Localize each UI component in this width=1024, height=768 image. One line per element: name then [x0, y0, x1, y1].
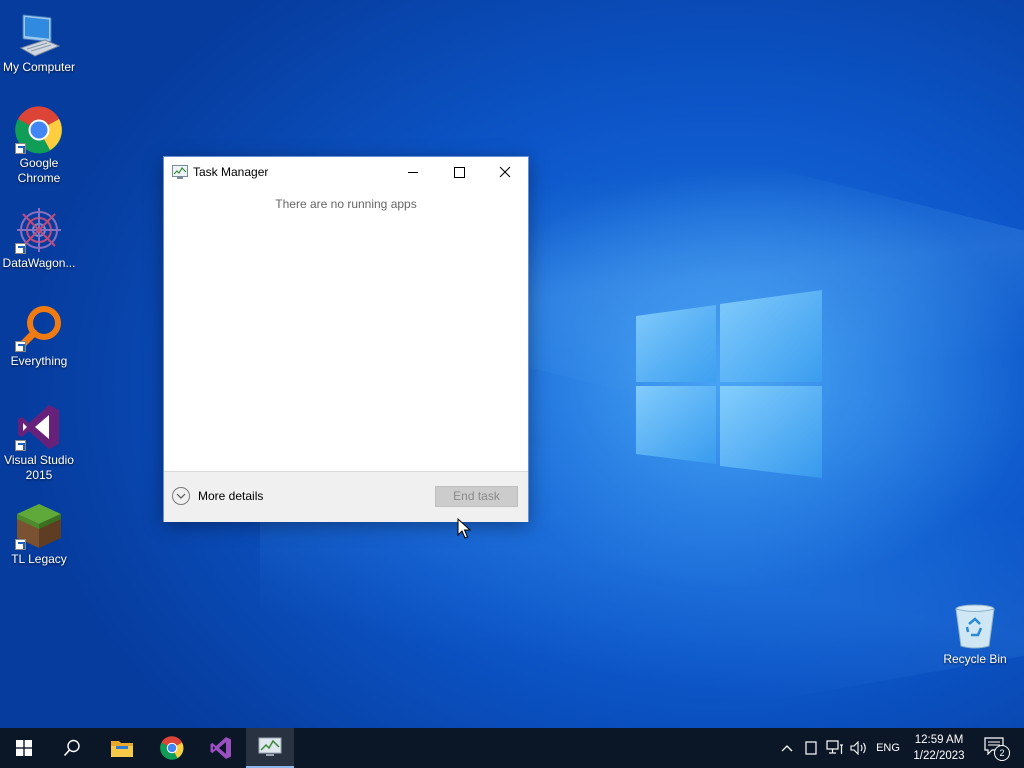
visual-studio-icon — [15, 403, 63, 451]
desktop-icon-tl-legacy[interactable]: TL Legacy — [0, 502, 78, 567]
desktop-icon-label: Google Chrome — [17, 156, 61, 185]
recycle-bin-icon — [951, 602, 999, 650]
show-hidden-icons-button[interactable] — [777, 728, 797, 768]
notification-icon: 2 — [984, 737, 1010, 761]
grass-block-icon — [15, 502, 63, 550]
end-task-button[interactable]: End task — [435, 486, 518, 507]
desktop-icon-recycle-bin[interactable]: Recycle Bin — [936, 602, 1014, 667]
desktop-icon-label: Recycle Bin — [943, 652, 1007, 666]
volume-button[interactable] — [848, 728, 870, 768]
more-details-button[interactable]: More details — [172, 486, 263, 506]
network-icon — [826, 740, 843, 754]
task-manager-taskbar-button[interactable] — [246, 728, 294, 768]
visual-studio-icon — [210, 737, 231, 759]
windows-start-icon — [16, 740, 32, 756]
chrome-icon — [160, 736, 184, 760]
desktop-icon-label: My Computer — [2, 60, 76, 74]
visual-studio-taskbar-button[interactable] — [197, 728, 245, 768]
close-button[interactable] — [482, 157, 528, 187]
desktop-icon-label: DataWagon... — [2, 256, 76, 270]
chrome-icon — [15, 106, 63, 154]
close-icon — [499, 166, 511, 178]
shortcut-arrow-icon — [15, 243, 26, 254]
windows-logo-wallpaper — [636, 290, 822, 478]
task-manager-icon — [172, 165, 188, 179]
shortcut-arrow-icon — [15, 341, 26, 352]
language-indicator[interactable]: ENG — [872, 728, 904, 768]
desktop-icon-google-chrome[interactable]: Google Chrome — [0, 106, 78, 186]
speaker-icon — [850, 741, 866, 755]
minimize-button[interactable] — [390, 157, 436, 187]
notification-count-badge: 2 — [994, 745, 1010, 761]
clock[interactable]: 12:59 AM 1/22/2023 — [904, 732, 974, 764]
minimize-icon — [408, 172, 418, 173]
desktop-icon-datawagon[interactable]: DataWagon... — [0, 206, 78, 271]
search-button[interactable] — [48, 728, 96, 768]
clock-time: 12:59 AM — [914, 734, 964, 746]
chevron-up-icon — [781, 745, 793, 752]
everything-search-icon — [15, 304, 63, 352]
shortcut-arrow-icon — [15, 539, 26, 550]
clock-date: 1/22/2023 — [913, 750, 965, 762]
desktop-icon-label: Visual Studio 2015 — [4, 453, 74, 482]
tablet-icon — [805, 741, 817, 755]
more-details-label: More details — [198, 489, 264, 503]
desktop-icon-my-computer[interactable]: My Computer — [0, 10, 78, 75]
network-button[interactable] — [824, 728, 846, 768]
task-manager-icon — [258, 737, 282, 756]
monitor-icon — [15, 10, 63, 58]
folder-icon — [111, 741, 133, 757]
title-bar[interactable]: Task Manager — [164, 157, 528, 187]
mouse-cursor-icon — [457, 518, 471, 539]
chrome-taskbar-button[interactable] — [148, 728, 196, 768]
window-title: Task Manager — [193, 165, 269, 179]
desktop-icon-everything[interactable]: Everything — [0, 304, 78, 369]
desktop-icon-visual-studio[interactable]: Visual Studio 2015 — [0, 403, 78, 483]
desktop-icon-label: TL Legacy — [11, 552, 67, 566]
taskbar: ENG 12:59 AM 1/22/2023 2 — [0, 728, 1024, 768]
action-center-button[interactable]: 2 — [978, 728, 1012, 768]
shortcut-arrow-icon — [15, 143, 26, 154]
start-button[interactable] — [0, 728, 48, 768]
window-footer: More details End task — [164, 471, 528, 522]
search-icon — [63, 739, 80, 757]
shortcut-arrow-icon — [15, 440, 26, 451]
task-manager-window[interactable]: Task Manager There are no running apps M… — [163, 156, 529, 522]
maximize-button[interactable] — [436, 157, 482, 187]
no-apps-message: There are no running apps — [275, 197, 417, 211]
datawagon-icon — [15, 206, 63, 254]
maximize-icon — [454, 167, 465, 178]
tray-app-button[interactable] — [802, 728, 820, 768]
file-explorer-button[interactable] — [98, 728, 146, 768]
chevron-down-icon — [172, 487, 190, 505]
desktop: My Computer Google Chrome DataWagon... E… — [0, 0, 1024, 728]
desktop-icon-label: Everything — [10, 354, 68, 368]
